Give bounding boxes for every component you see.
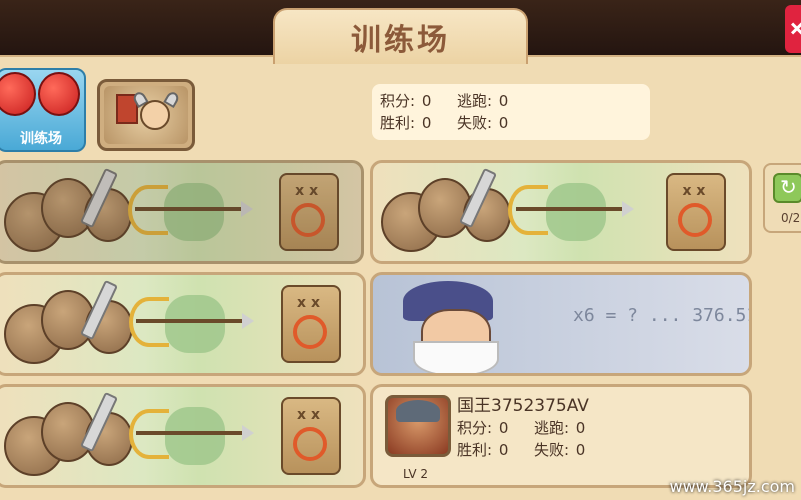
helmet-icon (396, 400, 440, 422)
player-score-label: 积分: (457, 419, 493, 437)
arrow-icon (136, 425, 255, 442)
bean-warrior-icon (40, 177, 95, 238)
wizard-tutorial-card[interactable]: x6 = ? ... 376.512 (370, 272, 752, 376)
page-title: 训练场 (351, 23, 450, 58)
training-slot-4[interactable]: x x (0, 384, 366, 488)
player-card[interactable]: LV 2 国王3752375AV 积分: 0 逃跑: 0 胜利: 0 失败: 0 (370, 384, 752, 488)
escape-label: 逃跑: (456, 92, 493, 110)
player-lose-value: 0 (575, 441, 586, 459)
player-win-value: 0 (498, 441, 509, 459)
wizard-beard-icon (413, 341, 499, 373)
win-label: 胜利: (380, 114, 416, 132)
training-slot-2[interactable]: x x (370, 160, 752, 264)
viking-head-icon (140, 100, 170, 130)
refresh-side-button[interactable]: 0/2 (763, 163, 801, 233)
chalkboard-formula: x6 = ? ... 376.512 (573, 305, 752, 326)
training-dummy-icon: x x (281, 284, 342, 364)
player-escape-label: 逃跑: (533, 419, 570, 437)
training-slot-1[interactable]: x x (0, 160, 364, 264)
player-level: LV 2 (403, 467, 429, 481)
player-score-value: 0 (498, 419, 509, 437)
lose-label: 失败: (456, 114, 493, 132)
escape-value: 0 (498, 92, 509, 110)
training-dummy-icon: x x (281, 396, 342, 476)
training-dummy-icon: x x (279, 172, 340, 252)
lose-value: 0 (498, 114, 509, 132)
bean-warrior-icon (84, 187, 133, 242)
player-avatar (385, 395, 451, 457)
viking-icon (104, 86, 188, 144)
score-value: 0 (421, 92, 432, 110)
stats-line-2: 胜利: 0 失败: 0 (380, 112, 642, 134)
stats-line-1: 积分: 0 逃跑: 0 (380, 90, 642, 112)
training-mode-label: 训练场 (20, 131, 62, 147)
player-name: 国王3752375AV (457, 396, 589, 416)
bow-icon (128, 184, 169, 235)
score-label: 积分: (380, 92, 416, 110)
refresh-icon (773, 173, 801, 203)
sword-icon (79, 167, 118, 229)
close-button[interactable] (785, 5, 801, 53)
stats-box: 积分: 0 逃跑: 0 胜利: 0 失败: 0 (372, 84, 650, 140)
player-win-label: 胜利: (457, 441, 493, 459)
arrow-icon (136, 313, 255, 330)
bean-warrior-icon (4, 192, 65, 253)
player-escape-value: 0 (575, 419, 586, 437)
boxing-glove-icon (0, 72, 36, 116)
player-stats: 积分: 0 逃跑: 0 胜利: 0 失败: 0 (457, 417, 587, 461)
arrow-icon (515, 201, 634, 218)
win-value: 0 (421, 114, 432, 132)
title-tab: 训练场 (273, 8, 528, 64)
arena-mode-button[interactable] (97, 79, 195, 151)
watermark: www.365jz.com (669, 477, 795, 496)
player-lose-label: 失败: (533, 441, 570, 459)
arrow-icon (135, 201, 254, 218)
training-mode-button[interactable]: 训练场 (0, 68, 86, 152)
training-slot-3[interactable]: x x (0, 272, 366, 376)
boxing-glove-icon (38, 72, 80, 116)
refresh-count: 0/2 (781, 211, 801, 225)
training-dummy-icon: x x (666, 172, 727, 252)
